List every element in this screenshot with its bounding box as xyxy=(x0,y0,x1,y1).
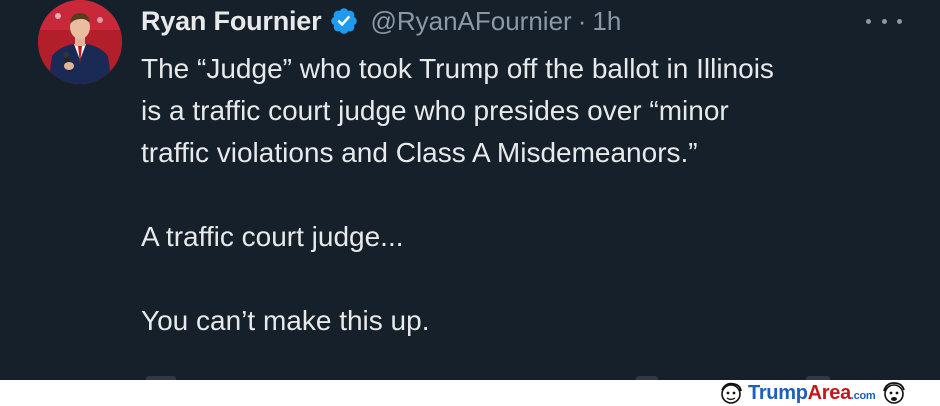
tweet-text-line: traffic violations and Class A Misdemean… xyxy=(141,137,698,168)
tweet-text-line: A traffic court judge... xyxy=(141,221,404,252)
tweet-text: The “Judge” who took Trump off the ballo… xyxy=(141,48,931,342)
tweet-card[interactable]: Ryan Fournier @RyanAFournier · 1h The “J… xyxy=(0,0,940,380)
watermark-brand-second: Area xyxy=(807,381,852,404)
more-dot xyxy=(897,18,902,24)
watermark-brand: TrumpArea.com xyxy=(748,381,876,405)
header-separator: · xyxy=(577,5,587,36)
cartoon-face-left-icon xyxy=(721,382,742,404)
reply-icon[interactable] xyxy=(146,376,176,380)
more-dot xyxy=(881,18,887,24)
avatar[interactable] xyxy=(38,0,122,84)
cartoon-face-right-icon xyxy=(883,382,906,404)
watermark-brand-first: Trump xyxy=(748,381,808,404)
tweet-text-line: is a traffic court judge who presides ov… xyxy=(141,95,729,126)
author-name[interactable]: Ryan Fournier xyxy=(141,6,322,37)
watermark-suffix: .com xyxy=(850,389,876,402)
tweet-text-line: You can’t make this up. xyxy=(141,305,430,336)
verified-badge-icon xyxy=(329,6,359,36)
author-handle[interactable]: @RyanAFournier xyxy=(370,6,571,37)
tweet-header: Ryan Fournier @RyanAFournier · 1h xyxy=(141,2,621,40)
avatar-image xyxy=(38,0,122,84)
more-dot xyxy=(866,18,871,24)
tweet-text-line: The “Judge” who took Trump off the ballo… xyxy=(141,53,774,84)
views-icon[interactable] xyxy=(636,376,658,380)
more-options-icon[interactable] xyxy=(866,12,902,30)
screenshot-frame: Ryan Fournier @RyanAFournier · 1h The “J… xyxy=(0,0,940,406)
tweet-timestamp[interactable]: 1h xyxy=(592,6,621,37)
watermark: TrumpArea.com xyxy=(718,380,940,406)
